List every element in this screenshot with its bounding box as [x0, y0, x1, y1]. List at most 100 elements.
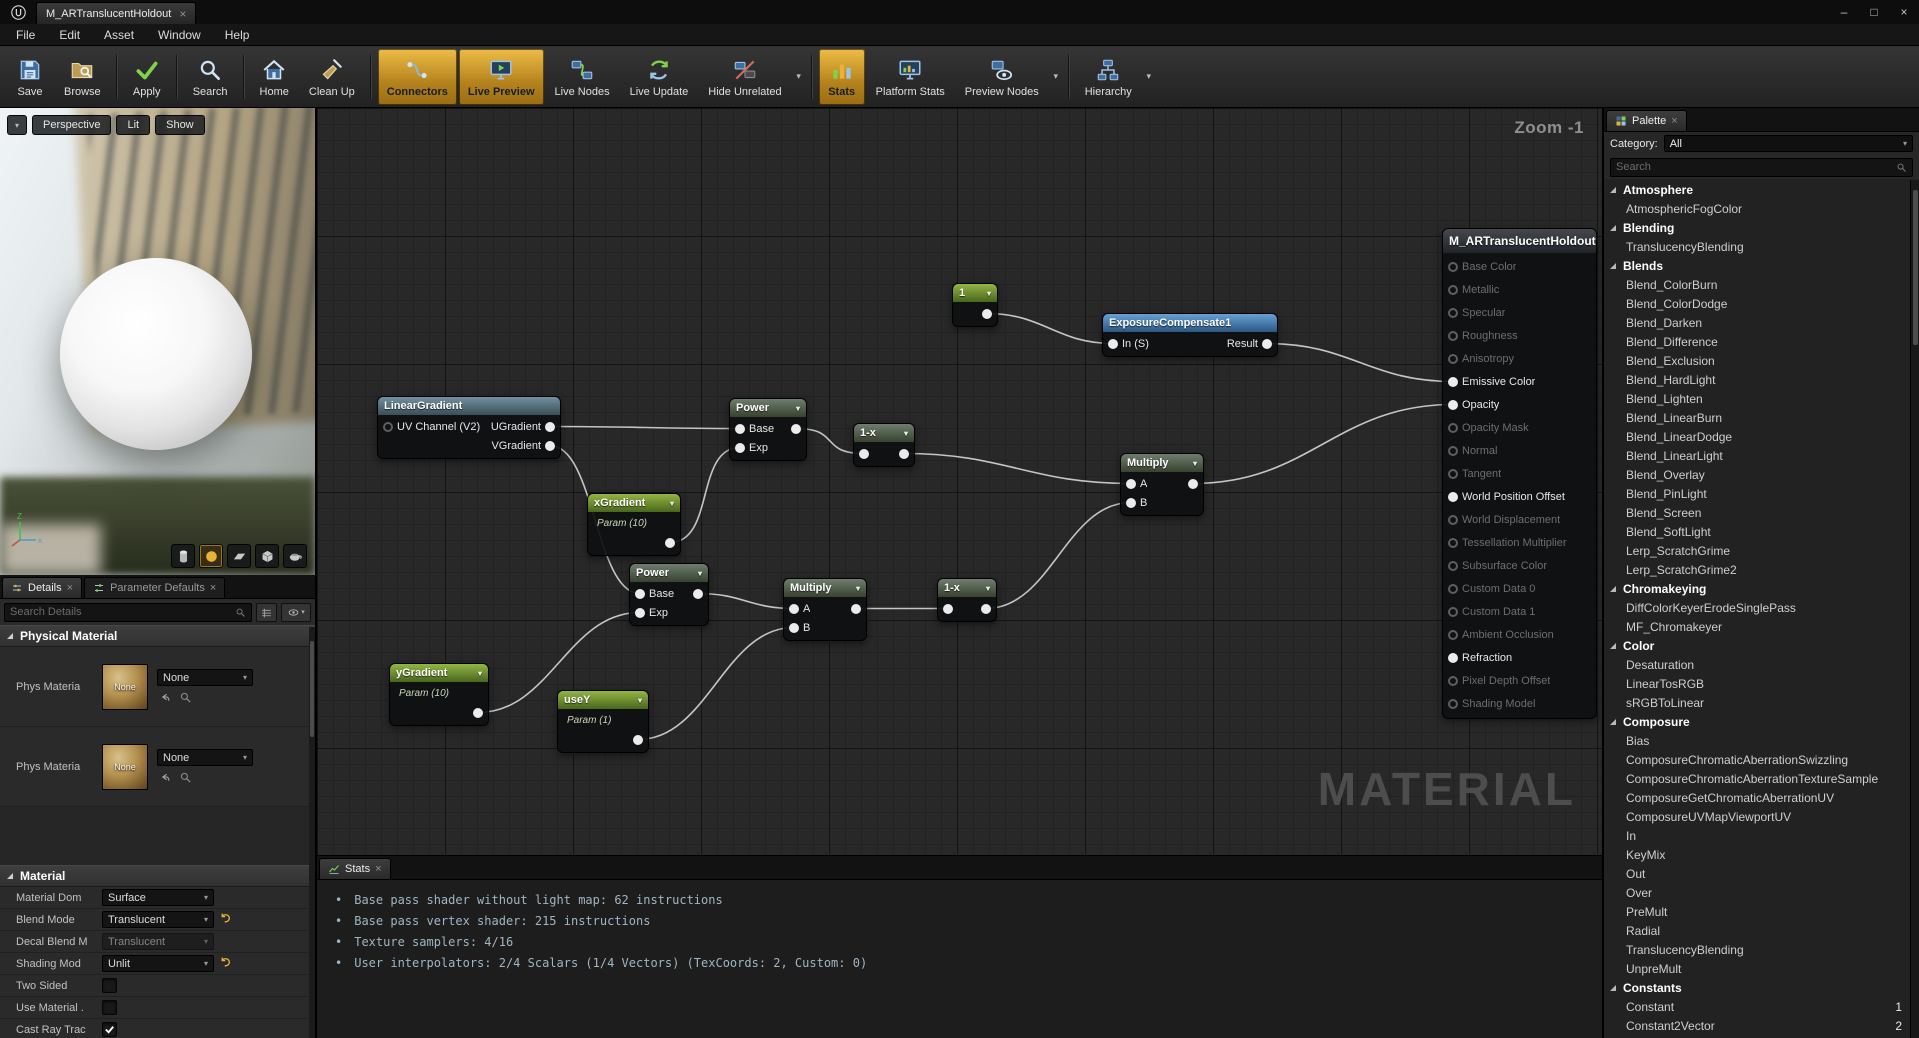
input-pin[interactable] — [1448, 262, 1458, 272]
input-pin[interactable] — [635, 589, 645, 599]
menu-file[interactable]: File — [4, 25, 47, 45]
input-pin[interactable] — [1448, 446, 1458, 456]
asset-thumbnail[interactable]: None — [102, 744, 148, 790]
combo-material-dom[interactable]: Surface▾ — [102, 889, 214, 906]
menu-asset[interactable]: Asset — [92, 25, 146, 45]
palette-item-diffcolorkeyererodesinglepass[interactable]: DiffColorKeyerErodeSinglePass — [1604, 598, 1910, 617]
palette-item-out[interactable]: Out — [1604, 864, 1910, 883]
toolbar-button-hierarchy[interactable]: Hierarchy — [1076, 49, 1141, 105]
toolbar-button-live-nodes[interactable]: Live Nodes — [546, 49, 619, 105]
node-mult1[interactable]: Multiply▾AB — [783, 578, 867, 641]
output-pin[interactable] — [851, 604, 861, 614]
details-scrollbar[interactable] — [309, 627, 315, 1038]
tab-palette[interactable]: Palette × — [1606, 110, 1687, 131]
minimize-button[interactable]: – — [1829, 0, 1859, 24]
output-pin[interactable] — [1262, 339, 1272, 349]
palette-group-atmosphere[interactable]: Atmosphere — [1604, 180, 1910, 199]
close-tab-icon[interactable]: × — [179, 7, 186, 21]
palette-group-constants[interactable]: Constants — [1604, 978, 1910, 997]
palette-item-constant[interactable]: Constant1 — [1604, 997, 1910, 1016]
node-lingrad[interactable]: LinearGradientUV Channel (V2)UGradientVG… — [377, 396, 561, 459]
output-pin[interactable] — [473, 708, 483, 718]
asset-thumbnail[interactable]: None — [102, 664, 148, 710]
toolbar-dropdown-preview-nodes[interactable]: ▾ — [1049, 49, 1063, 105]
input-pin[interactable] — [1126, 479, 1136, 489]
preview-shape-plane-button[interactable] — [227, 544, 251, 568]
output-pin[interactable] — [545, 422, 555, 432]
palette-scrollbar[interactable] — [1910, 180, 1919, 1038]
toolbar-button-clean-up[interactable]: Clean Up — [300, 49, 364, 105]
palette-item-blend-exclusion[interactable]: Blend_Exclusion — [1604, 351, 1910, 370]
combo-shading-mod[interactable]: Unlit▾ — [102, 955, 214, 972]
output-pin[interactable] — [1188, 479, 1198, 489]
browse-to-asset-button[interactable] — [179, 771, 192, 784]
palette-item-lineartosrgb[interactable]: LinearTosRGB — [1604, 674, 1910, 693]
palette-item-premult[interactable]: PreMult — [1604, 902, 1910, 921]
palette-item-constant2vector[interactable]: Constant2Vector2 — [1604, 1016, 1910, 1035]
palette-item-blend-difference[interactable]: Blend_Difference — [1604, 332, 1910, 351]
palette-item-radial[interactable]: Radial — [1604, 921, 1910, 940]
palette-item-blend-softlight[interactable]: Blend_SoftLight — [1604, 522, 1910, 541]
reset-to-default-button[interactable] — [219, 956, 234, 971]
close-icon[interactable]: × — [67, 582, 73, 594]
input-pin[interactable] — [1448, 653, 1458, 663]
toolbar-button-preview-nodes[interactable]: Preview Nodes — [956, 49, 1048, 105]
palette-item-blend-linearburn[interactable]: Blend_LinearBurn — [1604, 408, 1910, 427]
asset-select-phys-materia[interactable]: None▾ — [157, 669, 253, 686]
palette-item-blend-screen[interactable]: Blend_Screen — [1604, 503, 1910, 522]
toolbar-dropdown-hierarchy[interactable]: ▾ — [1142, 49, 1156, 105]
palette-group-color[interactable]: Color — [1604, 636, 1910, 655]
output-pin[interactable] — [693, 589, 703, 599]
input-pin[interactable] — [735, 443, 745, 453]
input-pin[interactable] — [1448, 423, 1458, 433]
preview-shape-cylinder-button[interactable] — [171, 544, 195, 568]
palette-item-translucencyblending[interactable]: TranslucencyBlending — [1604, 940, 1910, 959]
node-mult2[interactable]: Multiply▾AB — [1120, 453, 1204, 516]
node-oneminus1[interactable]: 1-x▾ — [853, 423, 915, 467]
palette-item-atmosphericfogcolor[interactable]: AtmosphericFogColor — [1604, 199, 1910, 218]
palette-group-blends[interactable]: Blends — [1604, 256, 1910, 275]
toolbar-button-home[interactable]: Home — [251, 49, 298, 105]
node-xgrad[interactable]: xGradient▾Param (10) — [587, 493, 681, 556]
palette-item-lerp-scratchgrime2[interactable]: Lerp_ScratchGrime2 — [1604, 560, 1910, 579]
preview-shape-sphere-button[interactable] — [199, 544, 223, 568]
palette-item-mf-chromakeyer[interactable]: MF_Chromakeyer — [1604, 617, 1910, 636]
toolbar-button-save[interactable]: Save — [7, 49, 53, 105]
preview-shape-cube-button[interactable] — [255, 544, 279, 568]
input-pin[interactable] — [789, 623, 799, 633]
input-pin[interactable] — [1448, 538, 1458, 548]
node-power1[interactable]: Power▾BaseExp — [729, 398, 807, 461]
input-pin[interactable] — [1448, 377, 1458, 387]
viewport-lit-button[interactable]: Lit — [116, 115, 150, 135]
input-pin[interactable] — [1126, 498, 1136, 508]
palette-search-box[interactable] — [1610, 158, 1913, 177]
combo-decal-blend-m[interactable]: Translucent▾ — [102, 933, 214, 950]
palette-item-composuregetchromaticaberrationuv[interactable]: ComposureGetChromaticAberrationUV — [1604, 788, 1910, 807]
toolbar-button-search[interactable]: Search — [184, 49, 237, 105]
palette-item-blend-lineardodge[interactable]: Blend_LinearDodge — [1604, 427, 1910, 446]
palette-group-blending[interactable]: Blending — [1604, 218, 1910, 237]
input-pin[interactable] — [1448, 676, 1458, 686]
viewport-options-button[interactable]: ▾ — [7, 115, 27, 135]
output-pin[interactable] — [791, 424, 801, 434]
input-pin[interactable] — [1448, 584, 1458, 594]
toolbar-button-connectors[interactable]: Connectors — [378, 49, 457, 105]
input-pin[interactable] — [1448, 308, 1458, 318]
palette-item-translucencyblending[interactable]: TranslucencyBlending — [1604, 237, 1910, 256]
node-material[interactable]: M_ARTranslucentHoldoutBase ColorMetallic… — [1442, 228, 1597, 719]
details-grid-view-button[interactable] — [256, 603, 277, 622]
category-select[interactable]: All ▾ — [1664, 135, 1913, 152]
input-pin[interactable] — [1448, 699, 1458, 709]
details-search-input[interactable] — [10, 606, 235, 618]
palette-item-lerp-scratchgrime[interactable]: Lerp_ScratchGrime — [1604, 541, 1910, 560]
maximize-button[interactable]: □ — [1859, 0, 1889, 24]
palette-item-blend-colordodge[interactable]: Blend_ColorDodge — [1604, 294, 1910, 313]
output-pin[interactable] — [545, 441, 555, 451]
browse-to-asset-button[interactable] — [179, 691, 192, 704]
palette-item-srgbtolinear[interactable]: sRGBToLinear — [1604, 693, 1910, 712]
details-visibility-filter-button[interactable]: ▾ — [281, 603, 311, 622]
input-pin[interactable] — [1448, 607, 1458, 617]
input-pin[interactable] — [1448, 561, 1458, 571]
toolbar-button-live-update[interactable]: Live Update — [621, 49, 698, 105]
palette-group-chromakeying[interactable]: Chromakeying — [1604, 579, 1910, 598]
